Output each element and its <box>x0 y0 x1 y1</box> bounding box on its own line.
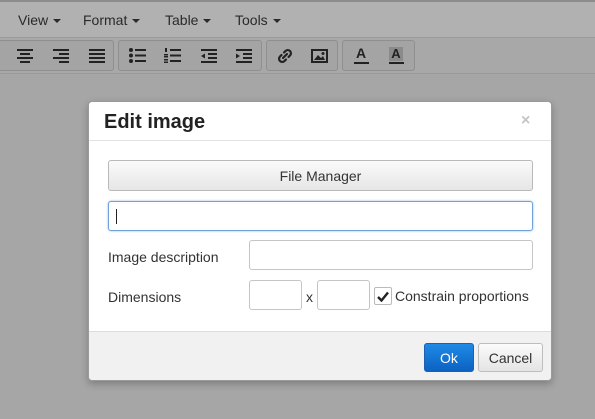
menubar: View Format Table Tools <box>0 0 595 38</box>
align-center-button[interactable] <box>10 41 40 70</box>
checkmark-icon <box>377 291 389 302</box>
align-justify-button[interactable] <box>82 41 112 70</box>
link-button[interactable] <box>270 41 300 70</box>
constrain-checkbox[interactable] <box>374 287 392 305</box>
text-color-swatch <box>353 62 369 64</box>
file-manager-button[interactable]: File Manager <box>108 160 533 191</box>
outdent-icon <box>201 48 217 63</box>
chevron-down-icon <box>53 18 62 23</box>
background-color-button[interactable]: A <box>381 41 411 70</box>
chevron-down-icon <box>132 18 141 23</box>
cancel-button[interactable]: Cancel <box>478 343 543 372</box>
dialog-footer: Ok Cancel <box>89 331 551 380</box>
menu-table[interactable]: Table <box>165 12 212 28</box>
indent-button[interactable] <box>229 41 259 70</box>
menu-format-label: Format <box>83 12 128 28</box>
background-color-icon: A <box>389 46 403 61</box>
toolbar: A A <box>0 38 595 74</box>
align-right-icon <box>53 48 69 63</box>
image-description-input[interactable] <box>249 240 533 270</box>
menu-view-label: View <box>18 12 49 28</box>
bullet-list-icon <box>128 48 146 63</box>
constrain-proportions[interactable]: Constrain proportions <box>374 287 529 305</box>
menu-tools-label: Tools <box>235 12 268 28</box>
image-button[interactable] <box>304 41 334 70</box>
dimensions-label: Dimensions <box>108 289 182 305</box>
text-color-icon: A <box>355 45 367 61</box>
toolbar-group-insert <box>266 40 338 71</box>
chevron-down-icon <box>203 18 212 23</box>
dimension-separator: x <box>306 289 313 305</box>
menu-format[interactable]: Format <box>83 12 141 28</box>
link-icon <box>277 48 293 63</box>
menu-table-label: Table <box>165 12 199 28</box>
toolbar-group-lists <box>118 40 262 71</box>
align-justify-icon <box>89 48 105 63</box>
text-color-button[interactable]: A <box>346 41 376 70</box>
image-description-label: Image description <box>108 249 219 265</box>
background-color-swatch <box>388 62 404 64</box>
image-source-input[interactable] <box>108 201 533 231</box>
text-cursor <box>116 209 117 224</box>
toolbar-group-colors: A A <box>342 40 415 71</box>
dialog-title: Edit image <box>104 111 206 133</box>
numbered-list-icon <box>163 48 181 63</box>
align-center-icon <box>17 48 33 63</box>
ok-button[interactable]: Ok <box>424 343 474 372</box>
menu-view[interactable]: View <box>18 12 62 28</box>
toolbar-group-alignment <box>0 40 114 71</box>
menu-tools[interactable]: Tools <box>235 12 281 28</box>
height-input[interactable] <box>317 280 370 310</box>
image-icon <box>310 48 328 63</box>
constrain-label: Constrain proportions <box>395 288 529 304</box>
align-right-button[interactable] <box>46 41 76 70</box>
bullet-list-button[interactable] <box>122 41 152 70</box>
indent-icon <box>236 48 252 63</box>
close-icon[interactable]: × <box>521 112 530 130</box>
outdent-button[interactable] <box>194 41 224 70</box>
width-input[interactable] <box>249 280 302 310</box>
dialog-header: Edit image × <box>89 102 551 141</box>
numbered-list-button[interactable] <box>157 41 187 70</box>
edit-image-dialog: Edit image × File Manager Image descript… <box>88 101 552 381</box>
chevron-down-icon <box>272 18 281 23</box>
